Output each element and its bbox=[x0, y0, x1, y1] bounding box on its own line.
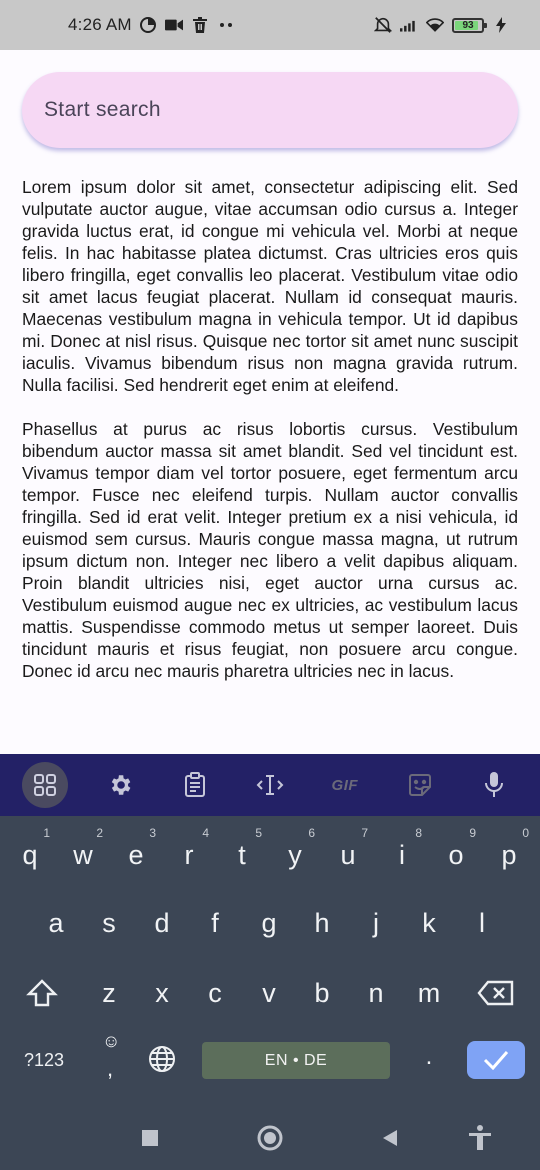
keyboard-row-1: q1 w2 e3 r4 t5 y6 u7 i8 o9 p0 bbox=[0, 824, 540, 888]
key-n[interactable]: n bbox=[350, 962, 402, 1024]
key-w[interactable]: w2 bbox=[57, 824, 109, 886]
key-hint: 6 bbox=[308, 826, 315, 840]
keyboard-row-2: a s d f g h j k l bbox=[0, 892, 540, 956]
key-c[interactable]: c bbox=[189, 962, 241, 1024]
key-m[interactable]: m bbox=[403, 962, 455, 1024]
gif-icon[interactable]: GIF bbox=[322, 762, 368, 808]
key-hint: 0 bbox=[522, 826, 529, 840]
keyboard-row-4: ?123 ☺ , EN • DE . bbox=[0, 1031, 540, 1105]
content-text: Lorem ipsum dolor sit amet, consectetur … bbox=[22, 176, 518, 754]
key-hint: 8 bbox=[415, 826, 422, 840]
key-hint: 1 bbox=[43, 826, 50, 840]
backspace-icon[interactable] bbox=[470, 962, 522, 1024]
key-x[interactable]: x bbox=[136, 962, 188, 1024]
back-icon[interactable] bbox=[374, 1122, 406, 1154]
key-h[interactable]: h bbox=[296, 892, 348, 954]
key-i[interactable]: i8 bbox=[376, 824, 428, 886]
battery-level: 93 bbox=[462, 19, 474, 31]
period-key[interactable]: . bbox=[403, 1031, 455, 1083]
key-y[interactable]: y6 bbox=[269, 824, 321, 886]
key-hint: 7 bbox=[361, 826, 368, 840]
globe-icon[interactable] bbox=[136, 1035, 188, 1083]
key-char: o bbox=[448, 839, 464, 870]
key-p[interactable]: p0 bbox=[483, 824, 535, 886]
recents-icon[interactable] bbox=[134, 1122, 166, 1154]
key-q[interactable]: q1 bbox=[4, 824, 56, 886]
enter-button[interactable] bbox=[467, 1041, 525, 1079]
key-f[interactable]: f bbox=[189, 892, 241, 954]
keyboard-row-3: z x c v b n m bbox=[0, 962, 540, 1026]
shift-icon[interactable] bbox=[16, 962, 68, 1024]
search-bar[interactable]: Start search bbox=[22, 72, 518, 148]
key-hint: 4 bbox=[202, 826, 209, 840]
keyboard-toolbar: GIF bbox=[0, 754, 540, 816]
key-e[interactable]: e3 bbox=[110, 824, 162, 886]
key-char: p bbox=[501, 839, 517, 870]
accessibility-icon[interactable] bbox=[464, 1122, 496, 1154]
key-hint: 2 bbox=[96, 826, 103, 840]
paragraph-2: Phasellus at purus ac risus lobortis cur… bbox=[22, 419, 518, 681]
key-k[interactable]: k bbox=[403, 892, 455, 954]
key-char: e bbox=[128, 839, 144, 870]
home-icon[interactable] bbox=[254, 1122, 286, 1154]
video-icon bbox=[164, 16, 183, 34]
key-s[interactable]: s bbox=[83, 892, 135, 954]
key-t[interactable]: t5 bbox=[216, 824, 268, 886]
search-placeholder: Start search bbox=[44, 98, 161, 121]
search-container: Start search bbox=[22, 72, 518, 152]
key-char: r bbox=[184, 839, 194, 870]
key-hint: 9 bbox=[469, 826, 476, 840]
key-char: y bbox=[288, 839, 302, 870]
symbols-key[interactable]: ?123 bbox=[14, 1042, 74, 1078]
emoji-icon: ☺ bbox=[102, 1031, 121, 1051]
mute-icon bbox=[374, 16, 392, 34]
comma-label: , bbox=[106, 1056, 114, 1081]
apps-grid-icon[interactable] bbox=[22, 762, 69, 808]
navigation-bar bbox=[0, 1106, 540, 1170]
wifi-icon bbox=[426, 16, 444, 34]
paragraph-1: Lorem ipsum dolor sit amet, consectetur … bbox=[22, 177, 518, 395]
cursor-control-icon[interactable] bbox=[247, 762, 293, 808]
signal-icon bbox=[400, 16, 418, 34]
key-a[interactable]: a bbox=[30, 892, 82, 954]
key-v[interactable]: v bbox=[243, 962, 295, 1024]
key-b[interactable]: b bbox=[296, 962, 348, 1024]
status-bar: 4:26 AM 93 bbox=[0, 0, 540, 50]
more-dots-icon bbox=[217, 16, 235, 34]
key-char: q bbox=[22, 839, 38, 870]
key-hint: 5 bbox=[255, 826, 262, 840]
key-g[interactable]: g bbox=[243, 892, 295, 954]
battery-icon: 93 bbox=[452, 17, 487, 33]
key-char: w bbox=[73, 839, 93, 870]
gif-label: GIF bbox=[331, 776, 359, 794]
sticker-icon[interactable] bbox=[397, 762, 443, 808]
space-bar[interactable]: EN • DE bbox=[202, 1042, 390, 1079]
mic-icon[interactable] bbox=[471, 762, 517, 808]
status-time: 4:26 AM bbox=[68, 15, 132, 34]
key-o[interactable]: o9 bbox=[430, 824, 482, 886]
key-j[interactable]: j bbox=[350, 892, 402, 954]
key-char: u bbox=[340, 839, 356, 870]
trash-icon bbox=[191, 16, 209, 34]
key-l[interactable]: l bbox=[456, 892, 508, 954]
charging-icon bbox=[492, 16, 510, 34]
comma-key[interactable]: ☺ , bbox=[84, 1031, 136, 1085]
key-r[interactable]: r4 bbox=[163, 824, 215, 886]
key-d[interactable]: d bbox=[136, 892, 188, 954]
key-char: t bbox=[238, 839, 246, 870]
settings-icon[interactable] bbox=[97, 762, 143, 808]
data-saver-icon bbox=[139, 16, 157, 34]
key-hint: 3 bbox=[149, 826, 156, 840]
key-u[interactable]: u7 bbox=[322, 824, 374, 886]
clipboard-icon[interactable] bbox=[172, 762, 218, 808]
key-char: i bbox=[399, 839, 405, 870]
key-z[interactable]: z bbox=[83, 962, 135, 1024]
